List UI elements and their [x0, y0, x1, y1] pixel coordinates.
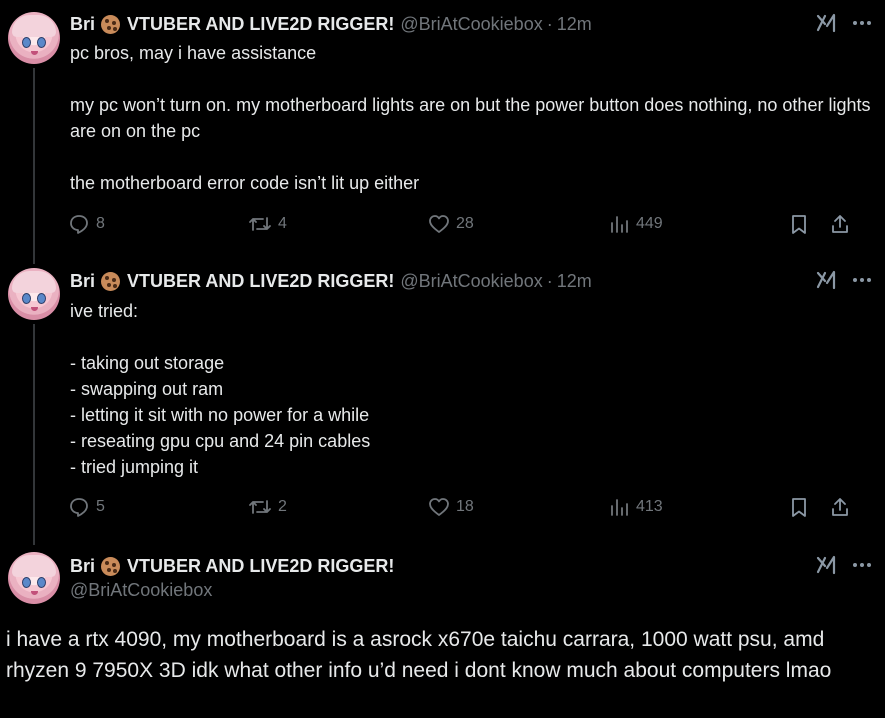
author-first-name: Bri: [70, 555, 96, 576]
author-name[interactable]: Bri VTUBER AND LIVE2D RIGGER!: [70, 556, 394, 577]
tweet-paragraph: the motherboard error code isn’t lit up …: [70, 173, 420, 193]
like-button[interactable]: 18: [428, 496, 474, 518]
cookie-icon: [101, 556, 121, 576]
avatar[interactable]: [8, 552, 60, 604]
like-button[interactable]: 28: [428, 213, 474, 235]
views-button[interactable]: 449: [608, 213, 663, 235]
share-icon: [829, 496, 851, 518]
bookmark-icon: [788, 213, 810, 235]
repost-icon: [248, 213, 272, 235]
share-button[interactable]: [829, 496, 851, 518]
cookie-icon: [101, 271, 121, 291]
bookmark-button[interactable]: [788, 496, 810, 518]
author-title: VTUBER AND LIVE2D RIGGER!: [127, 270, 395, 291]
tweet-header: Bri VTUBER AND LIVE2D RIGGER! @BriAtCook…: [70, 12, 592, 36]
like-count: 18: [456, 498, 474, 515]
avatar-mouth: [31, 51, 38, 55]
grok-icon[interactable]: [815, 12, 837, 34]
author-handle[interactable]: @BriAtCookiebox: [400, 14, 542, 35]
avatar-hair: [12, 15, 56, 37]
timestamp[interactable]: 12m: [557, 271, 592, 292]
share-icon: [829, 213, 851, 235]
avatar-eye: [37, 293, 46, 304]
avatar[interactable]: [8, 268, 60, 320]
tweet-paragraph: my pc won’t turn on. my motherboard ligh…: [70, 95, 876, 141]
avatar-eye: [22, 577, 31, 588]
repost-count: 2: [278, 498, 287, 515]
views-button[interactable]: 413: [608, 496, 663, 518]
grok-icon[interactable]: [815, 554, 837, 576]
header-actions: [815, 269, 873, 291]
author-name[interactable]: Bri VTUBER AND LIVE2D RIGGER!: [70, 271, 394, 292]
avatar-eye: [22, 293, 31, 304]
tweet-actions: 8 4 28 449: [0, 213, 885, 239]
views-icon: [608, 496, 630, 518]
heart-icon: [428, 213, 450, 235]
repost-button[interactable]: 2: [248, 496, 287, 518]
author-title: VTUBER AND LIVE2D RIGGER!: [127, 555, 395, 576]
like-count: 28: [456, 215, 474, 232]
tweet-text: ive tried: - taking out storage - swappi…: [70, 298, 875, 480]
author-handle[interactable]: @BriAtCookiebox: [400, 271, 542, 292]
bookmark-icon: [788, 496, 810, 518]
tweet-actions: 5 2 18 413: [0, 496, 885, 522]
avatar-hair: [12, 271, 56, 293]
tweet-1[interactable]: Bri VTUBER AND LIVE2D RIGGER! @BriAtCook…: [0, 0, 885, 264]
views-icon: [608, 213, 630, 235]
tweet-text: pc bros, may i have assistance my pc won…: [70, 40, 875, 196]
repost-button[interactable]: 4: [248, 213, 287, 235]
reply-count: 8: [96, 215, 105, 232]
reply-count: 5: [96, 498, 105, 515]
heart-icon: [428, 496, 450, 518]
repost-count: 4: [278, 215, 287, 232]
reply-button[interactable]: 8: [68, 213, 105, 235]
reply-button[interactable]: 5: [68, 496, 105, 518]
cookie-icon: [101, 14, 121, 34]
views-count: 413: [636, 498, 663, 515]
more-icon[interactable]: [851, 554, 873, 576]
author-name[interactable]: Bri VTUBER AND LIVE2D RIGGER!: [70, 14, 394, 35]
avatar-hair: [12, 555, 56, 577]
tweet-2[interactable]: Bri VTUBER AND LIVE2D RIGGER! @BriAtCook…: [0, 260, 885, 545]
avatar-mouth: [31, 307, 38, 311]
grok-icon[interactable]: [815, 269, 837, 291]
author-title: VTUBER AND LIVE2D RIGGER!: [127, 13, 395, 34]
tweet-paragraph: pc bros, may i have assistance: [70, 43, 317, 63]
avatar[interactable]: [8, 12, 60, 64]
reply-icon: [68, 213, 90, 235]
repost-icon: [248, 496, 272, 518]
separator: ·: [546, 13, 553, 34]
separator: ·: [546, 270, 553, 291]
timestamp[interactable]: 12m: [557, 14, 592, 35]
more-icon[interactable]: [851, 269, 873, 291]
views-count: 449: [636, 215, 663, 232]
tweet-text: i have a rtx 4090, my motherboard is a a…: [6, 628, 832, 682]
share-button[interactable]: [829, 213, 851, 235]
tweet-paragraph: ive tried:: [70, 301, 139, 321]
avatar-eye: [37, 37, 46, 48]
avatar-eye: [22, 37, 31, 48]
tweet-paragraph: - taking out storage - swapping out ram …: [70, 353, 371, 477]
more-icon[interactable]: [851, 12, 873, 34]
avatar-eye: [37, 577, 46, 588]
header-actions: [815, 12, 873, 34]
author-handle[interactable]: @BriAtCookiebox: [70, 580, 212, 601]
avatar-mouth: [31, 591, 38, 595]
author-first-name: Bri: [70, 270, 96, 291]
bookmark-button[interactable]: [788, 213, 810, 235]
tweet-header: Bri VTUBER AND LIVE2D RIGGER! @BriAtCook…: [70, 269, 592, 293]
reply-icon: [68, 496, 90, 518]
author-first-name: Bri: [70, 13, 96, 34]
tweet-header: Bri VTUBER AND LIVE2D RIGGER!: [70, 554, 394, 578]
header-actions: [815, 554, 873, 576]
